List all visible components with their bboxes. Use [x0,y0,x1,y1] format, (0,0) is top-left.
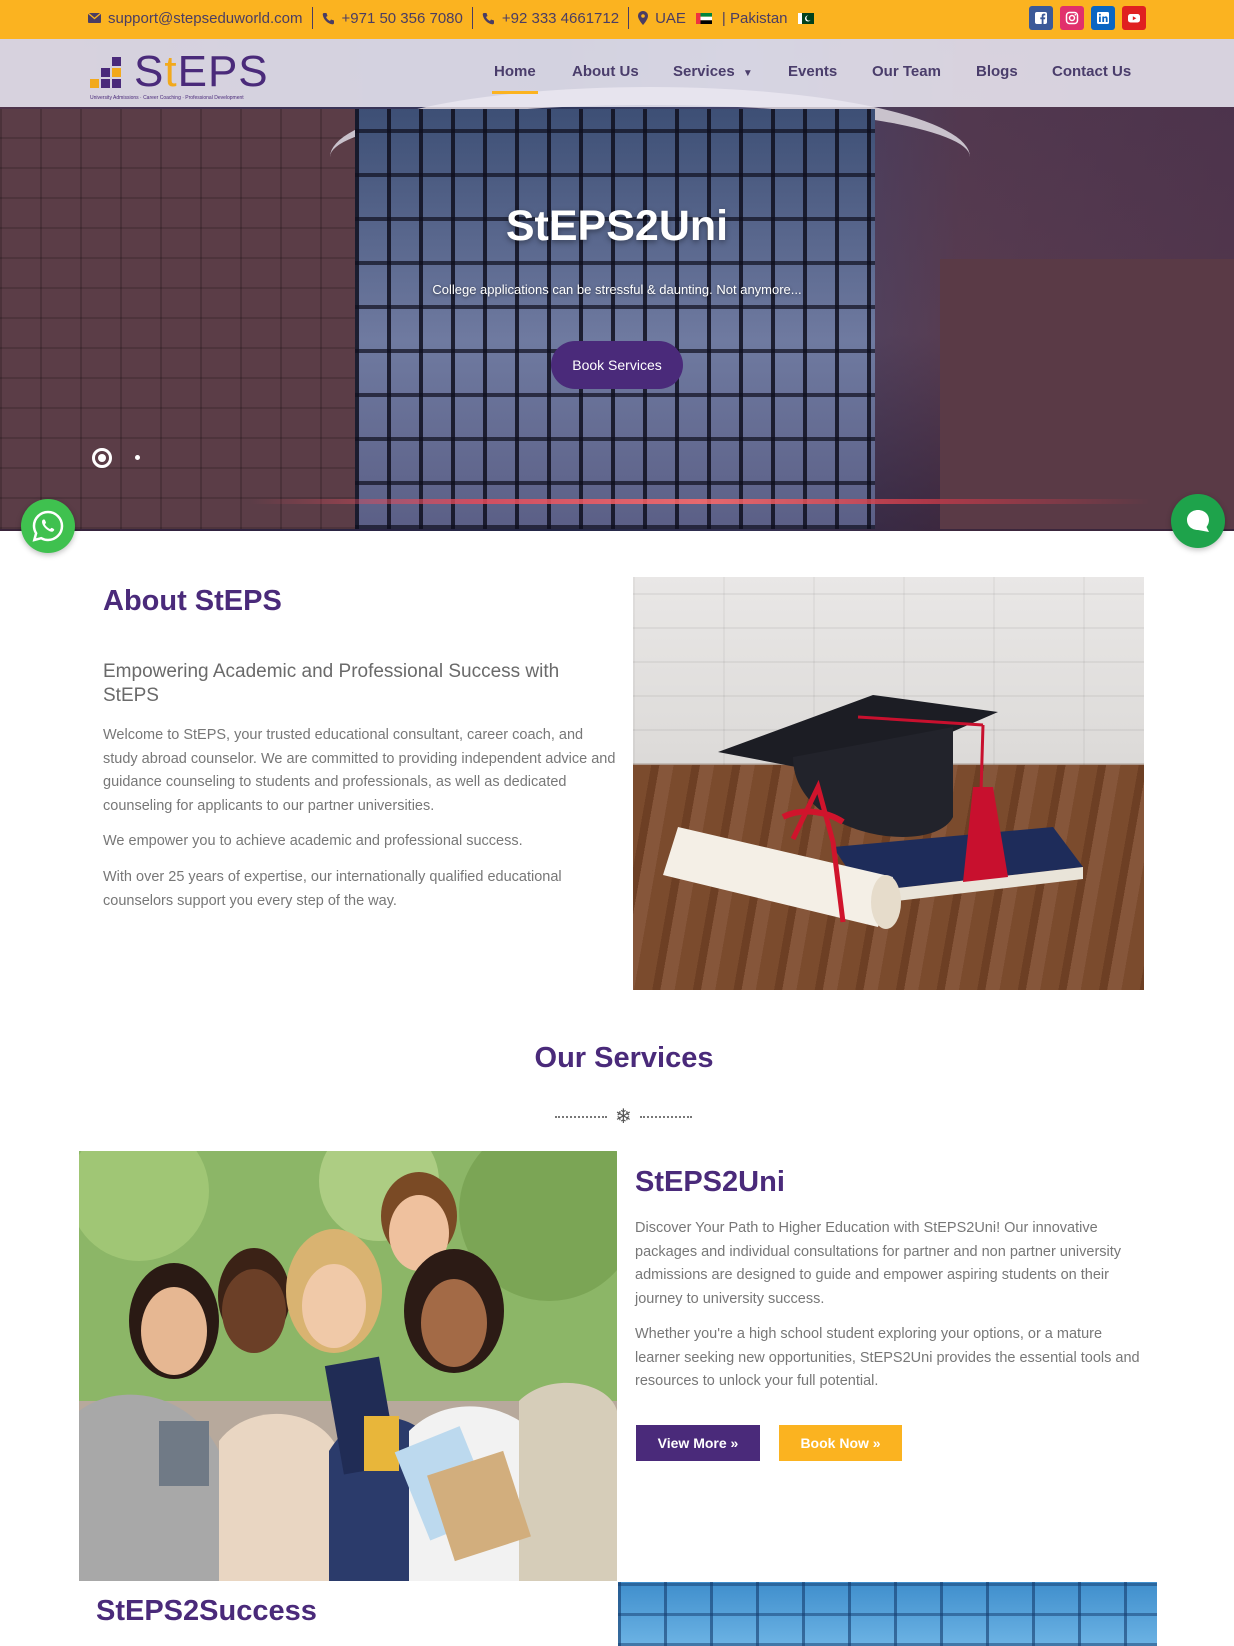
office-building-image [618,1582,1157,1646]
phone1-text: +971 50 356 7080 [341,9,463,27]
hero-subtitle: College applications can be stressful & … [432,282,802,297]
about-subheading: Empowering Academic and Professional Suc… [103,661,560,706]
nav-blogs[interactable]: Blogs [976,63,1018,80]
email-link[interactable]: support@stepseduworld.com [88,10,303,27]
pakistan-flag-icon [797,12,814,24]
contact-info: support@stepseduworld.com +971 50 356 70… [88,0,817,36]
nav-services-label: Services [673,63,735,80]
service-title-steps2success: StEPS2Success [96,1595,317,1627]
book-services-button[interactable]: Book Services [551,341,683,389]
book-now-button[interactable]: Book Now » [779,1425,902,1461]
snowflake-icon: ❄ [615,1106,632,1128]
about-paragraph-3: With over 25 years of expertise, our int… [103,869,562,909]
logo-wordmark: StEPS [134,47,269,96]
services-heading: Our Services [534,1042,714,1074]
service-title-steps2uni: StEPS2Uni [635,1166,785,1198]
uae-flag-icon [695,12,712,24]
envelope-icon [88,13,101,23]
logo-tagline: University Admissions · Career Coaching … [90,95,244,101]
nav-events[interactable]: Events [788,63,837,80]
about-paragraph-1: Welcome to StEPS, your trusted education… [103,727,616,814]
location: UAE | Pakistan [638,10,816,27]
social-links [1029,6,1146,30]
instagram-icon[interactable] [1060,6,1084,30]
about-heading: About StEPS [103,585,282,617]
chat-bubble-icon[interactable] [1171,494,1225,548]
view-more-button[interactable]: View More » [636,1425,760,1461]
about-paragraph-2: We empower you to achieve academic and p… [103,833,523,849]
main-navbar: StEPS University Admissions · Career Coa… [0,39,1234,107]
phone-icon [322,12,335,25]
map-pin-icon [638,11,649,25]
service-paragraph-1: Discover Your Path to Higher Education w… [635,1220,1122,1307]
section-divider: ❄ [555,1107,692,1127]
slider-dot[interactable] [135,455,140,460]
top-contact-bar: support@stepseduworld.com +971 50 356 70… [0,0,1234,39]
linkedin-icon[interactable] [1091,6,1115,30]
email-text: support@stepseduworld.com [108,9,303,27]
service-paragraph-2: Whether you're a high school student exp… [635,1326,1140,1389]
chevron-down-icon: ▼ [742,68,753,79]
steps-logo[interactable]: StEPS University Admissions · Career Coa… [90,47,275,101]
slider-dot-active[interactable] [92,448,112,468]
hero-background-building-right [940,259,1234,529]
nav-home[interactable]: Home [492,63,538,94]
nav-services[interactable]: Services ▼ [673,63,753,80]
hero-title: StEPS2Uni [505,202,729,250]
logo-squares-icon [90,57,130,91]
phone2-link[interactable]: +92 333 4661712 [482,10,619,27]
divider [628,7,630,29]
students-group-image [79,1151,617,1581]
hero-background-building [0,109,355,529]
location-uae: UAE [655,9,686,27]
hero-light-trail [250,499,1150,504]
phone-icon [482,12,495,25]
nav-contact-us[interactable]: Contact Us [1052,63,1131,80]
graduation-cap-image [633,577,1144,990]
location-pakistan: | Pakistan [721,9,788,27]
divider [311,7,313,29]
hero-background-glass-facade [355,109,875,529]
nav-about-us[interactable]: About Us [572,63,639,80]
youtube-icon[interactable] [1122,6,1146,30]
whatsapp-icon[interactable] [21,499,75,553]
divider [471,7,473,29]
phone1-link[interactable]: +971 50 356 7080 [322,10,463,27]
nav-our-team[interactable]: Our Team [872,63,941,80]
phone2-text: +92 333 4661712 [501,9,620,27]
facebook-icon[interactable] [1029,6,1053,30]
